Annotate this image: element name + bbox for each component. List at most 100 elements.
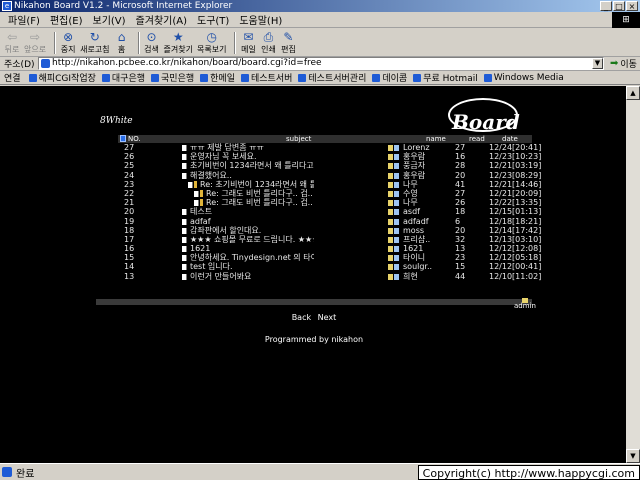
post-subject-link[interactable]: ㅠㅠ 제발 답변좀 ㅠㅠ — [190, 143, 314, 152]
author-name[interactable]: 희현 — [403, 272, 418, 281]
link-item[interactable]: 데이콤 — [372, 71, 407, 84]
close-button[interactable]: × — [626, 1, 638, 11]
author-name[interactable]: soulgr.. — [403, 262, 432, 271]
history-button[interactable]: ◷ 목록보기 — [197, 30, 226, 56]
link-item[interactable]: Windows Media — [483, 73, 564, 83]
author-mail-icon[interactable] — [388, 145, 400, 151]
table-row[interactable]: 19 adfaf adfadf 6 12/18[18:21] — [118, 217, 541, 226]
search-button[interactable]: ⊙ 검색 — [144, 30, 160, 56]
author-mail-icon[interactable] — [388, 273, 400, 280]
author-mail-icon[interactable] — [388, 209, 400, 216]
post-subject-link[interactable]: 이런거 만들어봐요 — [190, 272, 314, 281]
post-subject-link[interactable]: adfaf — [190, 217, 314, 226]
author-name[interactable]: 나무 — [403, 198, 418, 207]
address-input[interactable]: http://nikahon.pcbee.co.kr/nikahon/board… — [38, 57, 604, 70]
author-mail-icon[interactable] — [388, 246, 400, 253]
author-name[interactable]: moss — [403, 226, 424, 235]
stop-button[interactable]: ⊗ 중지 — [60, 30, 76, 56]
author-name[interactable]: 홍우람 — [403, 171, 425, 180]
link-item[interactable]: 한메일 — [200, 71, 235, 84]
menu-item-0[interactable]: 파일(F) — [8, 12, 40, 27]
post-subject-link[interactable]: 1621 — [190, 244, 314, 253]
maximize-button[interactable]: □ — [613, 1, 625, 11]
table-row[interactable]: 20 테스트 asdf 18 12/15[01:13] — [118, 207, 541, 216]
table-row[interactable]: 15 안녕하세요. Tinydesign.net 의 타이니 입?.... 타이니 2… — [118, 253, 541, 262]
home-button[interactable]: ⌂ 홈 — [114, 30, 130, 56]
forward-arrow-button[interactable]: ⇨ 앞으로 — [24, 30, 46, 56]
author-name[interactable]: 풍금자 — [403, 161, 425, 170]
author-name[interactable]: 프리샵.. — [403, 235, 430, 244]
link-item[interactable]: 테스트서버관리 — [298, 71, 366, 84]
author-name[interactable]: Lorenz — [403, 143, 430, 152]
table-row[interactable]: 23 Re: 초기비번이 1234라면서 왜 틀리다고 나?.... 나무 41 12/… — [118, 180, 541, 189]
author-mail-icon[interactable] — [388, 163, 400, 170]
print-button[interactable]: ⎙ 인쇄 — [260, 30, 276, 56]
post-subject-link[interactable]: Re: 초기비번이 1234라면서 왜 틀리다고 나?.... — [200, 180, 314, 189]
table-row[interactable]: 14 test 입니다. soulgr.. 15 12/12[00:41] — [118, 262, 541, 271]
menu-item-1[interactable]: 편집(E) — [50, 12, 83, 27]
post-subject-link[interactable]: 해결했어요.. — [190, 171, 314, 180]
author-name[interactable]: 홍우람 — [403, 152, 425, 161]
table-row[interactable]: 13 이런거 만들어봐요 희현 44 12/10[11:02] — [118, 272, 541, 281]
post-subject-link[interactable]: ★★★ 쇼핑몰 무료로 드립니다. ★★★ — [190, 235, 314, 244]
author-mail-icon[interactable] — [388, 264, 400, 271]
table-row[interactable]: 22 Re: 그래도 비번 틀리다구.. 겁.. T_T 수영 27 12/21[20:… — [118, 189, 541, 198]
table-row[interactable]: 25 초기비번이 1234라면서 왜 틀리다고 나오죠.... 풍금자 28 12/21… — [118, 161, 541, 170]
go-button[interactable]: ➡ 이동 — [610, 57, 637, 70]
table-row[interactable]: 26 운영자님 꼭 보세요. 홍우람 16 12/23[10:23] — [118, 152, 541, 161]
author-mail-icon[interactable] — [388, 218, 400, 225]
post-subject-link[interactable]: test 입니다. — [190, 262, 314, 271]
author-mail-icon[interactable] — [388, 236, 400, 243]
author-mail-icon[interactable] — [388, 154, 400, 161]
link-item[interactable]: 대구은행 — [101, 71, 145, 84]
post-subject-link[interactable]: 운영자님 꼭 보세요. — [190, 152, 314, 161]
post-subject-link[interactable]: Re: 그래도 비번 틀리다구.. 겁.. T_T — [206, 189, 314, 198]
back-arrow-button[interactable]: ⇦ 뒤로 — [4, 30, 20, 56]
post-subject-link[interactable]: Re: 그래도 비번 틀리다구.. 겁.. T_T — [206, 198, 314, 207]
author-name[interactable]: 타이니 — [403, 253, 425, 262]
select-all-checkbox[interactable] — [120, 135, 126, 142]
scroll-up-icon[interactable]: ▲ — [626, 86, 640, 100]
menu-item-2[interactable]: 보기(V) — [93, 12, 126, 27]
link-item[interactable]: 테스트서버 — [240, 71, 292, 84]
mail-button[interactable]: ✉ 메일 — [240, 30, 256, 56]
link-item[interactable]: 무료 Hotmail — [413, 71, 478, 84]
scroll-down-icon[interactable]: ▼ — [626, 449, 640, 463]
author-name[interactable]: asdf — [403, 207, 420, 216]
post-subject-link[interactable]: 초기비번이 1234라면서 왜 틀리다고 나오죠.... — [190, 161, 314, 170]
author-name[interactable]: 나무 — [403, 180, 418, 189]
brand-logo[interactable]: 8White — [100, 116, 133, 126]
post-subject-link[interactable]: 감좌판에서 할인대요. — [190, 226, 314, 235]
minimize-button[interactable]: _ — [600, 1, 612, 11]
table-row[interactable]: 18 감좌판에서 할인대요. moss 20 12/14[17:42] — [118, 226, 541, 235]
author-mail-icon[interactable] — [388, 227, 400, 234]
author-name[interactable]: 수영 — [403, 189, 418, 198]
admin-link[interactable]: admin — [514, 298, 536, 310]
table-row[interactable]: 17 ★★★ 쇼핑몰 무료로 드립니다. ★★★ 프리샵.. 32 12/13[03:1… — [118, 235, 541, 244]
menu-item-4[interactable]: 도구(T) — [197, 12, 229, 27]
author-mail-icon[interactable] — [388, 172, 400, 179]
table-row[interactable]: 27 ㅠㅠ 제발 답변좀 ㅠㅠ Lorenz 27 12/24[20:41] — [118, 143, 541, 152]
author-mail-icon[interactable] — [388, 190, 400, 197]
author-mail-icon[interactable] — [388, 200, 400, 207]
address-dropdown-icon[interactable]: ▼ — [592, 58, 603, 69]
table-row[interactable]: 16 1621 1621 13 12/12[12:08] — [118, 244, 541, 253]
menu-item-5[interactable]: 도움말(H) — [239, 12, 282, 27]
author-name[interactable]: 1621 — [403, 244, 423, 253]
refresh-button[interactable]: ↻ 새로고침 — [80, 30, 109, 56]
vertical-scrollbar[interactable]: ▲ ▼ — [626, 86, 640, 463]
author-mail-icon[interactable] — [388, 181, 400, 188]
edit-button[interactable]: ✎ 편집 — [280, 30, 296, 56]
table-row[interactable]: 24 해결했어요.. 홍우람 20 12/23[08:29] — [118, 171, 541, 180]
link-item[interactable]: 해피CGI작업장 — [28, 71, 96, 84]
link-item[interactable]: 국민은행 — [151, 71, 194, 84]
next-link[interactable]: Next — [318, 313, 337, 322]
post-subject-link[interactable]: 안녕하세요. Tinydesign.net 의 타이니 입?.... — [190, 253, 314, 262]
menu-item-3[interactable]: 즐겨찾기(A) — [136, 12, 187, 27]
table-row[interactable]: 21 Re: 그래도 비번 틀리다구.. 겁.. T_T 나무 26 12/22[13:… — [118, 198, 541, 207]
author-name[interactable]: adfadf — [403, 217, 429, 226]
favorites-button[interactable]: ★ 즐겨찾기 — [164, 30, 193, 56]
author-mail-icon[interactable] — [388, 255, 400, 262]
back-link[interactable]: Back — [292, 313, 311, 322]
post-subject-link[interactable]: 테스트 — [190, 207, 314, 216]
